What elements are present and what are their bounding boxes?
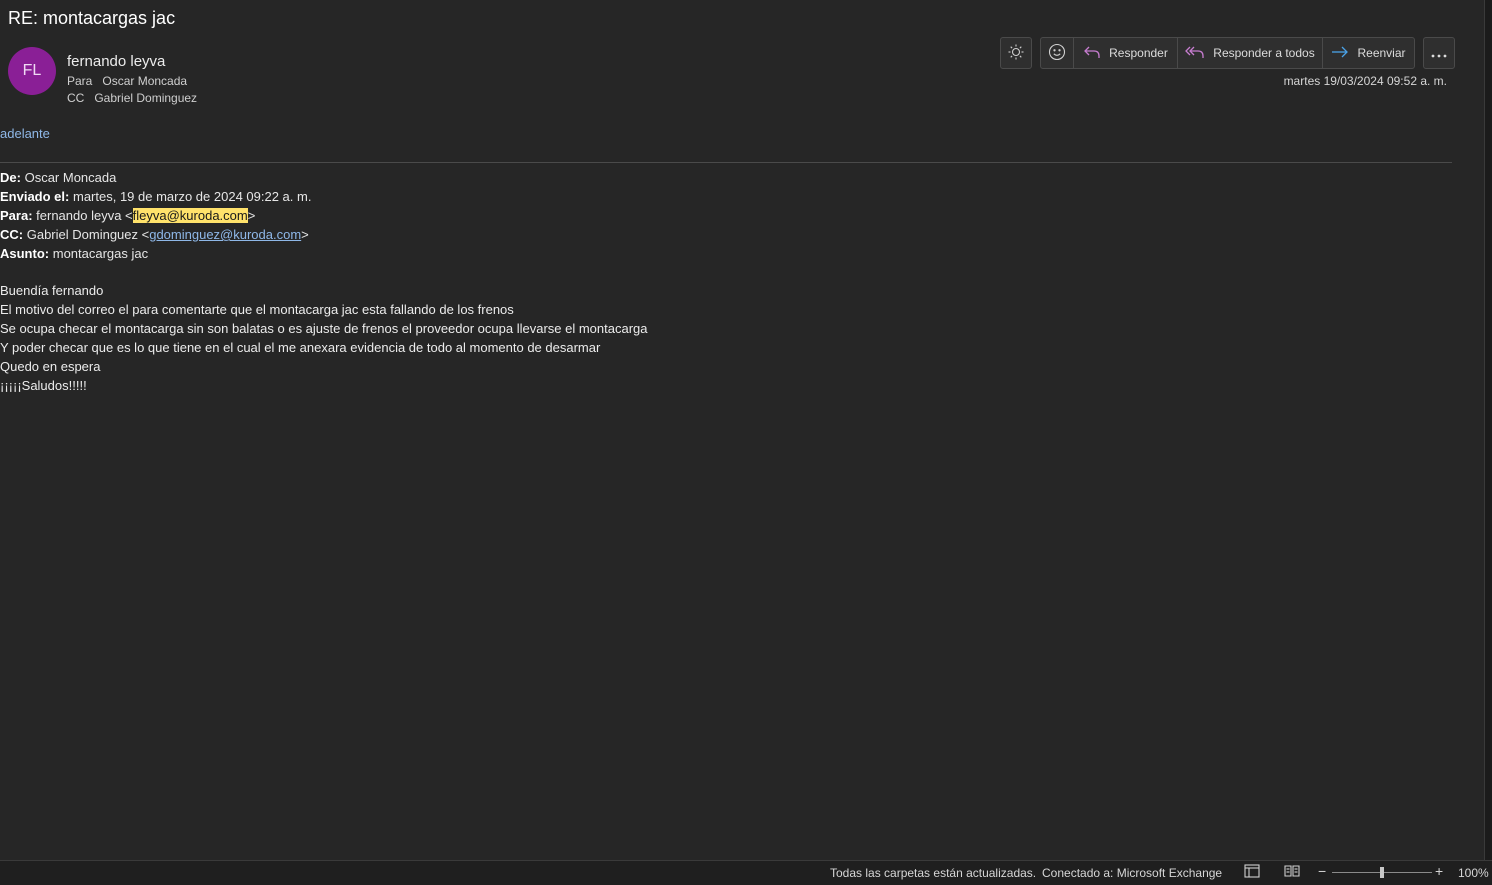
avatar[interactable]: FL xyxy=(8,47,56,95)
reading-pane: RE: montacargas jac FL fernando leyva Pa… xyxy=(0,0,1484,860)
quoted-subject-label: Asunto: xyxy=(0,246,50,261)
body-line: Quedo en espera xyxy=(0,359,101,374)
sender-name[interactable]: fernando leyva xyxy=(67,53,165,70)
quote-divider xyxy=(0,162,1452,163)
message-datetime: martes 19/03/2024 09:52 a. m. xyxy=(1283,74,1447,88)
normal-view-icon xyxy=(1244,864,1260,878)
quoted-to-email-link[interactable]: fleyva@kuroda.com xyxy=(132,208,248,223)
body-line: Se ocupa checar el montacarga sin son ba… xyxy=(0,321,648,336)
quoted-cc-name: Gabriel Dominguez < xyxy=(26,227,150,242)
quoted-subject: Asunto: montacargas jac xyxy=(0,246,148,261)
more-icon xyxy=(1431,46,1447,61)
emoji-reaction-button[interactable] xyxy=(1041,38,1074,68)
forward-button[interactable]: Reenviar xyxy=(1323,38,1414,68)
quoted-to-name: fernando leyva < xyxy=(36,208,133,223)
message-subject: RE: montacargas jac xyxy=(8,8,176,28)
quoted-cc: CC: Gabriel Dominguez <gdominguez@kuroda… xyxy=(0,227,309,242)
reply-all-icon xyxy=(1185,44,1205,63)
quoted-sent-value: martes, 19 de marzo de 2024 09:22 a. m. xyxy=(72,189,312,204)
reply-button[interactable]: Responder xyxy=(1074,38,1178,68)
theme-toggle-button[interactable] xyxy=(1000,37,1032,69)
quoted-to-close: > xyxy=(247,208,256,223)
reading-view-button[interactable] xyxy=(1284,864,1300,881)
vertical-scrollbar[interactable] xyxy=(1484,0,1492,860)
message-actions: Responder Responder a todos Reenviar xyxy=(1040,37,1415,69)
reply-icon xyxy=(1083,44,1101,63)
body-line: Y poder checar que es lo que tiene en el… xyxy=(0,340,601,355)
quoted-subject-value: montacargas jac xyxy=(52,246,149,261)
sync-status: Todas las carpetas están actualizadas. xyxy=(830,866,1037,880)
quoted-sent: Enviado el: martes, 19 de marzo de 2024 … xyxy=(0,189,311,204)
body-line: El motivo del correo el para comentarte … xyxy=(0,302,514,317)
normal-view-button[interactable] xyxy=(1244,864,1260,881)
more-actions-button[interactable] xyxy=(1423,37,1455,69)
quoted-to-label: Para: xyxy=(0,208,33,223)
reply-label: Responder xyxy=(1109,46,1168,60)
zoom-level[interactable]: 100% xyxy=(1458,866,1489,880)
zoom-out-button[interactable]: − xyxy=(1318,863,1326,879)
forward-label: Reenviar xyxy=(1357,46,1406,60)
reading-view-icon xyxy=(1284,865,1300,877)
cc-recipient[interactable]: Gabriel Dominguez xyxy=(94,91,197,105)
cc-row: CC Gabriel Dominguez xyxy=(67,91,197,105)
smiley-icon xyxy=(1048,43,1066,64)
quoted-from-label: De: xyxy=(0,170,21,185)
cc-label: CC xyxy=(67,91,85,105)
reply-all-button[interactable]: Responder a todos xyxy=(1178,38,1323,68)
quoted-cc-label: CC: xyxy=(0,227,24,242)
quoted-from-value: Oscar Moncada xyxy=(24,170,117,185)
sun-icon xyxy=(1007,43,1025,64)
zoom-slider-thumb[interactable] xyxy=(1380,867,1384,878)
to-label: Para xyxy=(67,74,93,88)
body-line: ¡¡¡¡¡Saludos!!!!! xyxy=(0,378,87,393)
connection-status: Conectado a: Microsoft Exchange xyxy=(1042,866,1223,880)
body-line: Buendía fernando xyxy=(0,283,104,298)
avatar-initials: FL xyxy=(22,62,42,79)
quoted-cc-email-link[interactable]: gdominguez@kuroda.com xyxy=(149,227,301,242)
reply-all-label: Responder a todos xyxy=(1213,46,1315,60)
quoted-to: Para: fernando leyva <fleyva@kuroda.com> xyxy=(0,208,255,223)
reply-text: adelante xyxy=(0,126,50,141)
to-row: Para Oscar Moncada xyxy=(67,74,187,88)
quoted-sent-label: Enviado el: xyxy=(0,189,70,204)
quoted-from: De: Oscar Moncada xyxy=(0,170,116,185)
quoted-cc-close: > xyxy=(301,227,309,242)
status-bar: Todas las carpetas están actualizadas. C… xyxy=(0,860,1492,885)
to-recipient[interactable]: Oscar Moncada xyxy=(102,74,187,88)
zoom-in-button[interactable]: + xyxy=(1435,863,1443,879)
forward-arrow-icon xyxy=(1331,45,1349,62)
